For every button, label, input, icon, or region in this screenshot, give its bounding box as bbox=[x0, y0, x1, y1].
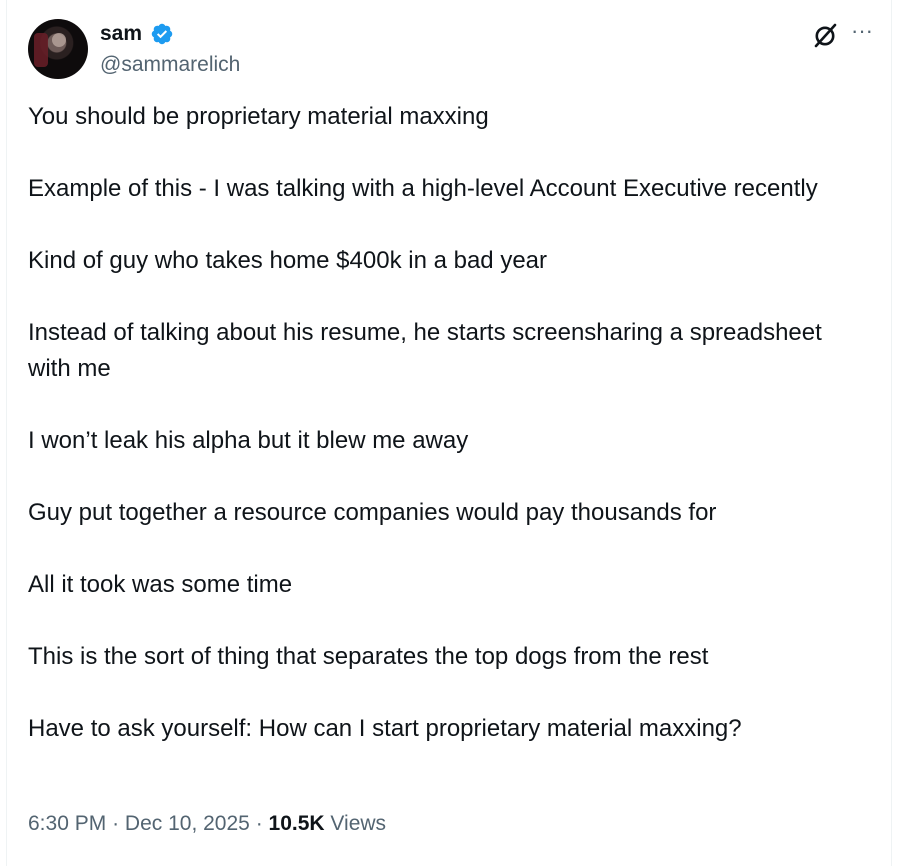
tweet-time[interactable]: 6:30 PM bbox=[28, 812, 106, 835]
verified-badge-icon bbox=[151, 23, 173, 45]
tweet-date[interactable]: Dec 10, 2025 bbox=[125, 812, 250, 835]
meta-separator: · bbox=[255, 812, 263, 835]
tweet-paragraph: This is the sort of thing that separates… bbox=[28, 643, 709, 670]
tweet-meta: 6:30 PM · Dec 10, 2025 · 10.5K Views bbox=[28, 808, 386, 840]
author-handle[interactable]: @sammarelich bbox=[100, 51, 240, 79]
tweet-paragraph: You should be proprietary material maxxi… bbox=[28, 103, 489, 130]
more-horizontal-icon[interactable]: ··· bbox=[851, 18, 873, 44]
avatar[interactable] bbox=[28, 19, 88, 79]
author-name[interactable]: sam bbox=[100, 20, 142, 48]
tweet-paragraph: Example of this - I was talking with a h… bbox=[28, 175, 818, 202]
views-count: 10.5K bbox=[268, 812, 325, 835]
meta-separator: · bbox=[112, 812, 120, 835]
tweet-paragraph: All it took was some time bbox=[28, 571, 293, 598]
tweet-paragraph: Have to ask yourself: How can I start pr… bbox=[28, 715, 742, 742]
tweet-paragraph: Guy put together a resource companies wo… bbox=[28, 499, 717, 526]
tweet-paragraph: Kind of guy who takes home $400k in a ba… bbox=[28, 247, 547, 274]
tweet-paragraph: I won’t leak his alpha but it blew me aw… bbox=[28, 427, 469, 454]
tweet-paragraph: Instead of talking about his resume, he … bbox=[28, 319, 822, 382]
tweet-text: You should be proprietary material maxxi… bbox=[28, 99, 868, 783]
views-label: Views bbox=[330, 812, 387, 835]
grok-slash-icon[interactable] bbox=[812, 22, 838, 48]
